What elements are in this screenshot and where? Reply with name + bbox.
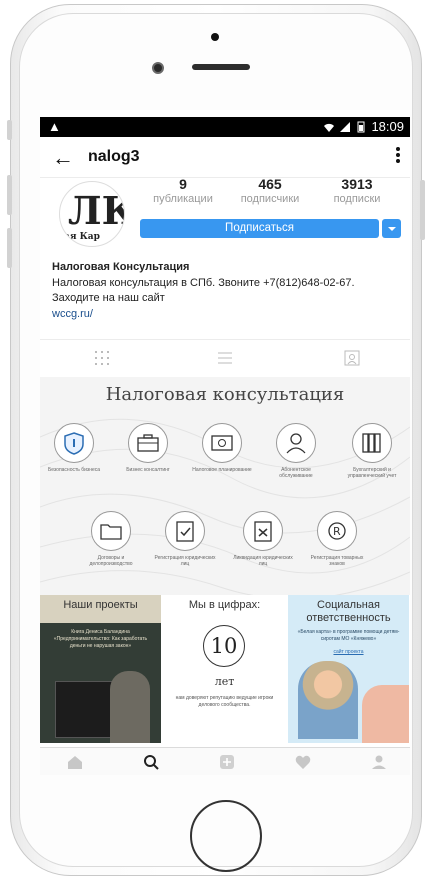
service-item: Регистрация юридических лиц <box>153 511 217 567</box>
avatar[interactable]: ЛК ая Кар <box>59 181 125 247</box>
clipboard-x-icon <box>243 511 283 551</box>
service-caption: Налоговое планирование <box>192 467 252 473</box>
years-value: 10 <box>203 625 245 667</box>
signal-icon <box>340 121 351 132</box>
battery-icon <box>357 121 365 132</box>
service-caption: Бизнес консалтинг <box>126 467 170 473</box>
posts-count: 9 публикации <box>143 176 223 205</box>
service-item: Ликвидация юридических лиц <box>231 511 295 567</box>
earpiece-speaker <box>192 64 250 70</box>
followers-count[interactable]: 465 подписчики <box>230 176 310 205</box>
screen: ▲ 18:09 ← nalog3 ЛК ая Кар 9 публикации … <box>40 117 410 775</box>
profile-username: nalog3 <box>88 148 140 165</box>
post-projects[interactable]: Наши проекты Книга Дениса Баландина «Пре… <box>40 595 161 743</box>
bio: Налоговая Консультация Налоговая консуль… <box>52 260 402 322</box>
bio-line-1: Налоговая консультация в СПб. Звоните +7… <box>52 276 355 289</box>
back-arrow-icon[interactable]: ← <box>52 145 74 171</box>
banner-title: Налоговая консультация <box>105 384 345 405</box>
service-caption: Договоры и делопроизводство <box>89 555 133 567</box>
projects-title: Наши проекты <box>63 599 138 611</box>
status-bar: ▲ 18:09 <box>40 117 410 137</box>
volume-down-button <box>7 228 12 268</box>
bio-line-2: Заходите на наш сайт <box>52 292 165 304</box>
social-title: Социальная ответственность <box>306 599 391 624</box>
bio-name: Налоговая Консультация <box>52 261 190 273</box>
service-item: Договоры и делопроизводство <box>79 511 143 567</box>
service-caption: Ликвидация юридических лиц <box>233 555 293 567</box>
service-caption: Бухгалтерский и управленческий учет <box>347 467 397 479</box>
warning-icon: ▲ <box>48 119 61 134</box>
following-label: подписки <box>333 193 381 205</box>
service-item: Безопасность бизнеса <box>42 423 106 473</box>
posts-grid: Налоговая консультация Безопасность бизн… <box>40 377 410 747</box>
social-text: «Белая карта» в программе помощи детям-с… <box>297 629 400 642</box>
child-photo <box>298 661 358 739</box>
mute-switch <box>7 120 12 140</box>
author-photo <box>110 671 150 743</box>
service-caption: Абонентское обслуживание <box>279 467 313 479</box>
social-link[interactable]: сайт проекта <box>288 649 409 655</box>
view-tabs <box>40 339 410 379</box>
years-unit: лет <box>214 675 235 688</box>
post-services-banner[interactable]: Налоговая консультация Безопасность бизн… <box>40 377 410 595</box>
home-icon[interactable] <box>66 753 84 771</box>
followers-value: 465 <box>258 176 282 192</box>
posts-label: публикации <box>153 193 213 205</box>
numbers-text: нам доверяют репутацию ведущие игроки де… <box>175 695 274 708</box>
bottom-navigation <box>40 747 410 775</box>
service-item: Налоговое планирование <box>190 423 254 473</box>
service-item: R Регистрация товарных знаков <box>305 511 369 567</box>
front-camera <box>152 62 164 74</box>
projects-image: Книга Дениса Баландина «Предпринимательс… <box>40 623 161 743</box>
home-button[interactable] <box>190 800 262 872</box>
list-view-icon[interactable] <box>217 350 233 366</box>
post-social[interactable]: Социальная ответственность «Белая карта»… <box>288 595 409 743</box>
bio-website-link[interactable]: wccg.ru/ <box>52 307 402 323</box>
post-numbers[interactable]: Мы в цифрах: 10 лет нам доверяют репутац… <box>164 595 285 743</box>
grid-view-icon[interactable] <box>94 350 110 366</box>
shield-icon <box>54 423 94 463</box>
subscribe-button[interactable]: Подписаться <box>140 219 379 238</box>
numbers-title: Мы в цифрах: <box>188 599 261 611</box>
clock: 18:09 <box>371 119 404 134</box>
svg-text:R: R <box>333 525 341 538</box>
posts-value: 9 <box>179 176 187 192</box>
hand-photo <box>362 685 409 743</box>
book-stack-image <box>55 681 117 738</box>
volume-up-button <box>7 175 12 215</box>
tagged-photos-icon[interactable] <box>344 350 360 366</box>
service-item: Бухгалтерский и управленческий учет <box>340 423 404 479</box>
svg-text:ЛК: ЛК <box>68 188 124 233</box>
followers-label: подписчики <box>240 193 300 205</box>
service-caption: Регистрация товарных знаков <box>310 555 364 567</box>
heart-icon[interactable] <box>294 753 312 771</box>
proximity-sensor <box>211 33 219 41</box>
following-value: 3913 <box>341 176 373 192</box>
service-item: Бизнес консалтинг <box>116 423 180 473</box>
clipboard-check-icon <box>165 511 205 551</box>
following-count[interactable]: 3913 подписки <box>317 176 397 205</box>
wifi-icon <box>324 123 335 132</box>
suggestions-dropdown-button[interactable] <box>382 219 401 238</box>
profile-icon[interactable] <box>370 753 388 771</box>
binders-icon <box>352 423 392 463</box>
more-options-icon[interactable] <box>396 147 400 165</box>
service-caption: Регистрация юридических лиц <box>154 555 216 567</box>
service-item: Абонентское обслуживание <box>264 423 328 479</box>
avatar-caption: ая Кар <box>64 232 100 242</box>
briefcase-icon <box>128 423 168 463</box>
money-icon <box>202 423 242 463</box>
top-bar: ← nalog3 <box>40 137 410 178</box>
power-button <box>420 180 425 240</box>
person-icon <box>276 423 316 463</box>
trademark-icon: R <box>317 511 357 551</box>
projects-text: Книга Дениса Баландина «Предпринимательс… <box>53 629 148 649</box>
folder-icon <box>91 511 131 551</box>
service-caption: Безопасность бизнеса <box>47 467 101 473</box>
search-icon[interactable] <box>142 753 160 771</box>
add-post-icon[interactable] <box>218 753 236 771</box>
